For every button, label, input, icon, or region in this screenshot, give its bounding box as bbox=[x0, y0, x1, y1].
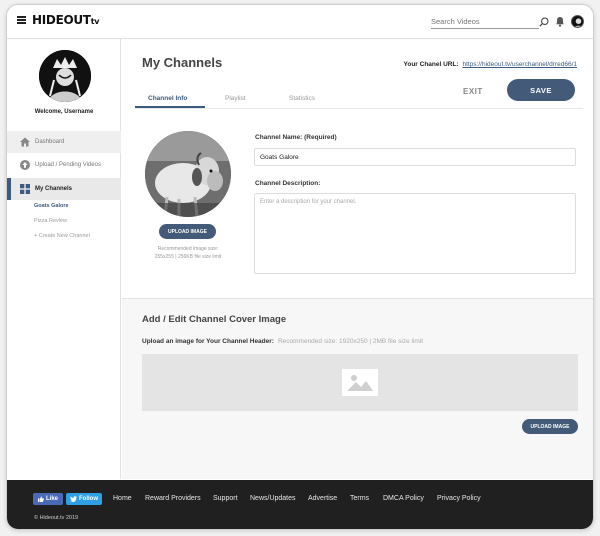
copyright-text: © Hideout.tv 2019 bbox=[34, 515, 79, 521]
app-window: HIDEOUTtv Welcome, Username bbox=[6, 4, 594, 530]
like-label: Like bbox=[45, 496, 58, 502]
logo[interactable]: HIDEOUTtv bbox=[32, 13, 99, 27]
active-tab-indicator bbox=[135, 106, 205, 108]
channel-description-input[interactable] bbox=[254, 193, 576, 274]
create-channel-link[interactable]: + Create New Channel bbox=[34, 233, 90, 239]
footer-link-support[interactable]: Support bbox=[213, 495, 238, 502]
facebook-like-button[interactable]: Like bbox=[33, 493, 63, 505]
footer: Like Follow Home Reward Providers Suppor… bbox=[7, 480, 593, 529]
facebook-icon bbox=[37, 496, 44, 502]
upload-icon bbox=[20, 160, 30, 170]
page-title: My Channels bbox=[142, 55, 223, 70]
user-avatar[interactable] bbox=[571, 15, 584, 28]
channel-description-label: Channel Description: bbox=[255, 180, 321, 187]
sidebar: Welcome, Username Dashboard Upload / Pen… bbox=[7, 39, 121, 479]
footer-link-terms[interactable]: Terms bbox=[350, 495, 369, 502]
sidebar-item-dashboard[interactable]: Dashboard bbox=[7, 131, 121, 153]
channel-url-link[interactable]: https://hideout.tv/userchannel/drred66/1 bbox=[462, 61, 577, 68]
logo-suffix: tv bbox=[90, 17, 100, 26]
search-input[interactable] bbox=[431, 15, 539, 29]
footer-link-reward-providers[interactable]: Reward Providers bbox=[145, 495, 201, 502]
channel-name-label: Channel Name: (Required) bbox=[255, 134, 337, 141]
image-placeholder-icon bbox=[342, 369, 378, 396]
cover-size-hint: Recommended size: 1920x250 | 2MB file si… bbox=[277, 338, 424, 345]
tab-divider bbox=[135, 108, 583, 109]
cover-upload-label: Upload an image for Your Channel Header: bbox=[142, 338, 274, 345]
save-button[interactable]: SAVE bbox=[507, 79, 575, 101]
logo-main: HIDEOUT bbox=[32, 13, 91, 27]
channel-name-input[interactable] bbox=[254, 148, 576, 166]
sidebar-item-label: Dashboard bbox=[35, 139, 65, 145]
tab-statistics[interactable]: Statistics bbox=[289, 95, 315, 102]
footer-link-advertise[interactable]: Advertise bbox=[308, 495, 337, 502]
cover-image-section: Add / Edit Channel Cover Image Upload an… bbox=[122, 298, 593, 479]
profile-avatar[interactable] bbox=[39, 50, 91, 102]
footer-link-privacy-policy[interactable]: Privacy Policy bbox=[437, 495, 481, 502]
tab-channel-info[interactable]: Channel Info bbox=[148, 95, 187, 102]
image-hint-line1: Recommended image size: bbox=[157, 246, 219, 252]
top-bar: HIDEOUTtv bbox=[7, 5, 593, 39]
image-size-hint: Recommended image size: 255x255 | 256KB … bbox=[142, 245, 234, 261]
search-icon[interactable] bbox=[539, 17, 549, 27]
tab-playlist[interactable]: Playlist bbox=[225, 95, 246, 102]
sidebar-item-upload[interactable]: Upload / Pending Videos bbox=[7, 154, 121, 176]
channel-link-pizza-review[interactable]: Pizza Review bbox=[34, 218, 67, 224]
cover-section-title: Add / Edit Channel Cover Image bbox=[142, 314, 287, 325]
grid-icon bbox=[20, 184, 30, 194]
channel-link-goats-galore[interactable]: Goats Galore bbox=[34, 203, 69, 209]
upload-image-button[interactable]: UPLOAD IMAGE bbox=[159, 224, 216, 239]
welcome-text: Welcome, Username bbox=[34, 109, 94, 115]
upload-cover-image-button[interactable]: UPLOAD IMAGE bbox=[522, 419, 578, 434]
follow-label: Follow bbox=[79, 496, 98, 502]
sidebar-item-label: Upload / Pending Videos bbox=[35, 162, 101, 168]
hamburger-icon[interactable] bbox=[17, 16, 26, 24]
footer-link-dmca-policy[interactable]: DMCA Policy bbox=[383, 495, 424, 502]
footer-link-home[interactable]: Home bbox=[113, 495, 132, 502]
twitter-follow-button[interactable]: Follow bbox=[66, 493, 102, 505]
channel-url-label: Your Chanel URL: bbox=[403, 61, 459, 68]
main-content: My Channels Your Chanel URL: https://hid… bbox=[122, 39, 593, 479]
channel-image bbox=[145, 131, 231, 217]
cover-upload-instructions: Upload an image for Your Channel Header:… bbox=[142, 338, 423, 345]
bell-icon[interactable] bbox=[555, 16, 565, 27]
cover-image-dropzone[interactable] bbox=[142, 354, 578, 411]
sidebar-item-label: My Channels bbox=[35, 186, 73, 192]
home-icon bbox=[20, 137, 30, 147]
footer-link-news-updates[interactable]: News/Updates bbox=[250, 495, 296, 502]
channel-url-row: Your Chanel URL: https://hideout.tv/user… bbox=[404, 61, 578, 68]
sidebar-item-my-channels[interactable]: My Channels bbox=[7, 178, 121, 200]
exit-button[interactable]: EXIT bbox=[463, 87, 483, 96]
image-hint-line2: 255x255 | 256KB file size limit bbox=[154, 254, 222, 260]
twitter-icon bbox=[70, 496, 77, 502]
